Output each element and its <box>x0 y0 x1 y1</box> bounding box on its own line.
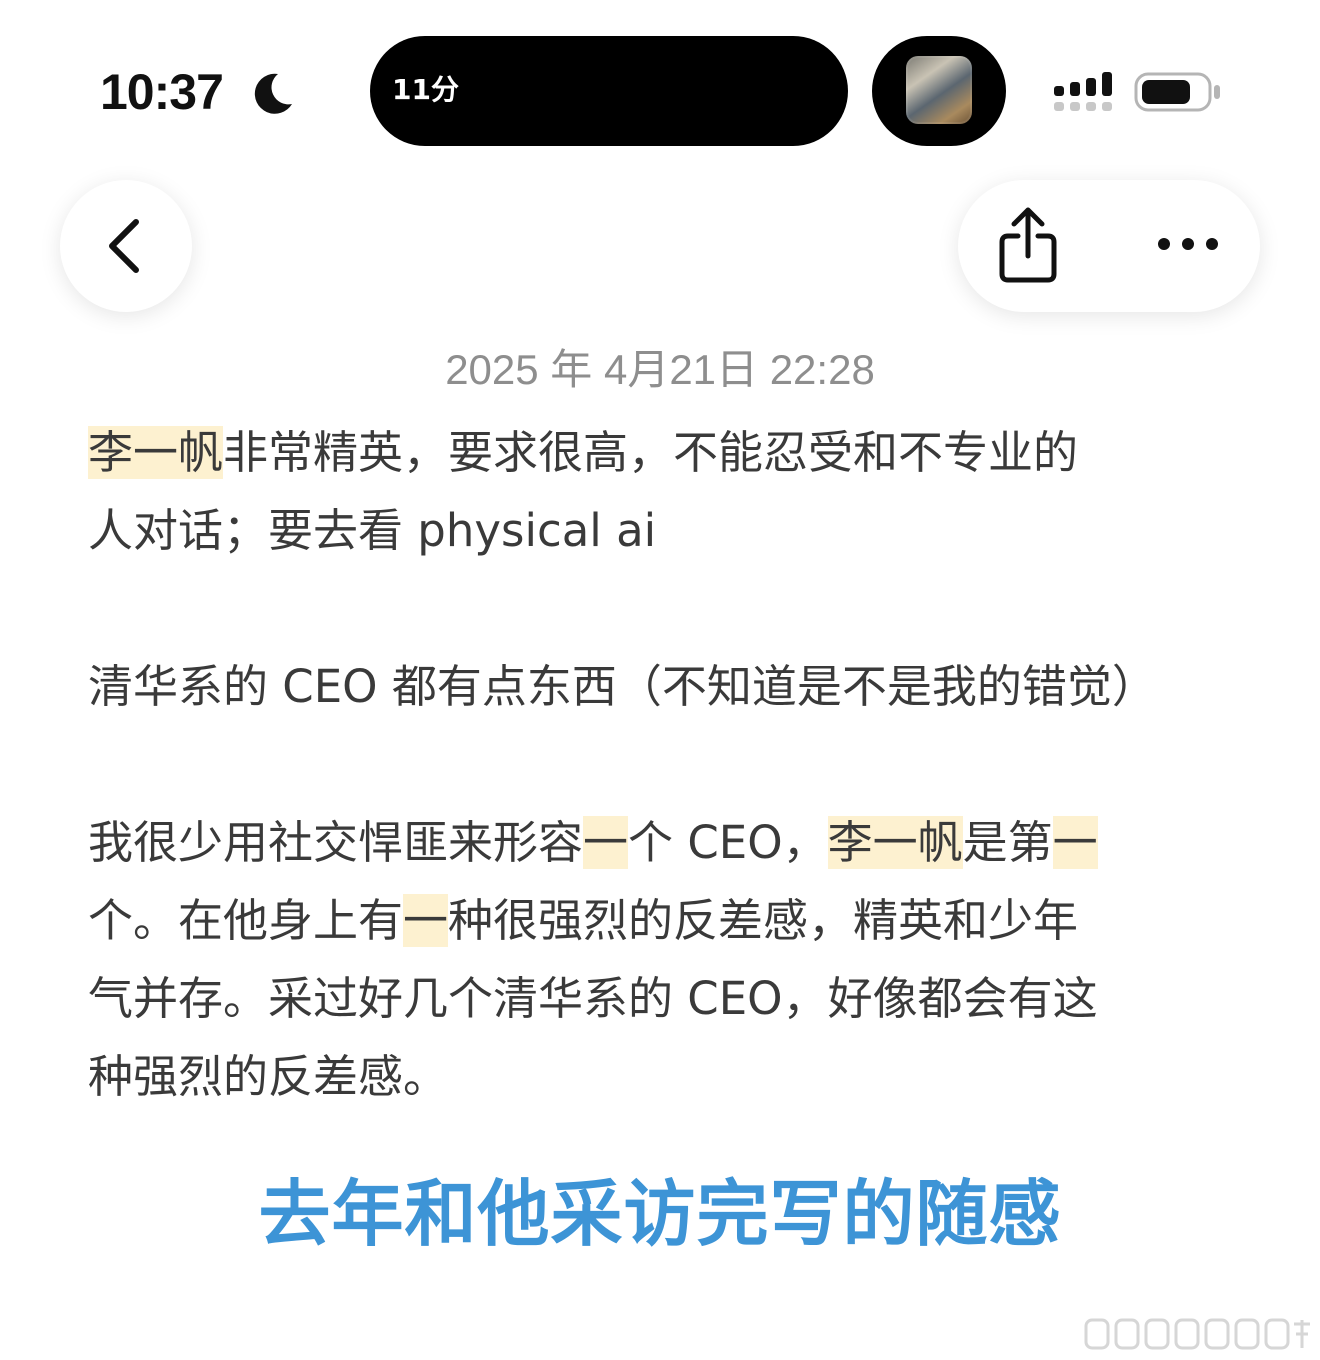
highlighted-name: 李一帆 <box>827 816 963 869</box>
share-icon <box>999 207 1057 283</box>
cellular-signal-icon <box>1054 72 1112 111</box>
paragraph-line: 气并存。采过好几个清华系的 CEO，好像都会有这 <box>88 972 1098 1025</box>
paragraph-line: 李一帆非常精英，要求很高，不能忍受和不专业的 <box>88 414 1238 492</box>
paragraph-line: 个。在他身上有一种很强烈的反差感，精英和少年 <box>88 882 1238 960</box>
chevron-left-icon <box>109 219 139 273</box>
text-span: 个。在他身上有 <box>88 894 404 947</box>
text-span: 非常精英，要求很高，不能忍受和不专业的 <box>223 426 1079 479</box>
battery-icon <box>1134 72 1220 112</box>
highlighted-text: 一 <box>1052 816 1098 869</box>
watermark-logo <box>1084 1318 1310 1350</box>
moon-icon <box>254 73 292 114</box>
text-span: 种很强烈的反差感，精英和少年 <box>448 894 1079 947</box>
post-date: 2025 年 4月21日 22:28 <box>445 346 875 393</box>
back-button[interactable] <box>60 180 192 312</box>
highlighted-text: 一 <box>403 894 449 947</box>
now-playing-bubble[interactable] <box>872 36 1006 146</box>
paragraph-line: 人对话；要去看 physical ai <box>88 504 657 557</box>
post-headline: 去年和他采访完写的随感 <box>258 1172 1062 1256</box>
dynamic-island[interactable]: 11分 <box>370 36 848 146</box>
text-span: 是第 <box>962 816 1053 869</box>
highlighted-text: 一 <box>583 816 629 869</box>
action-pill <box>958 180 1260 312</box>
status-time: 10:37 <box>100 64 224 120</box>
highlighted-name: 李一帆 <box>88 426 224 479</box>
share-button[interactable] <box>978 192 1078 300</box>
island-timer-label: 11分 <box>392 73 459 106</box>
paragraph-line: 清华系的 CEO 都有点东西（不知道是不是我的错觉） <box>88 660 1157 713</box>
text-span: 个 CEO， <box>628 816 828 869</box>
post-body: 李一帆非常精英，要求很高，不能忍受和不专业的 人对话；要去看 physical … <box>88 414 1238 1116</box>
album-art-thumbnail <box>906 56 972 124</box>
text-span: 我很少用社交悍匪来形容 <box>88 816 584 869</box>
paragraph-line: 种强烈的反差感。 <box>88 1050 449 1103</box>
paragraph-line: 我很少用社交悍匪来形容一个 CEO，李一帆是第一 <box>88 804 1238 882</box>
ellipsis-icon <box>1158 238 1218 250</box>
more-button[interactable] <box>1138 192 1238 300</box>
